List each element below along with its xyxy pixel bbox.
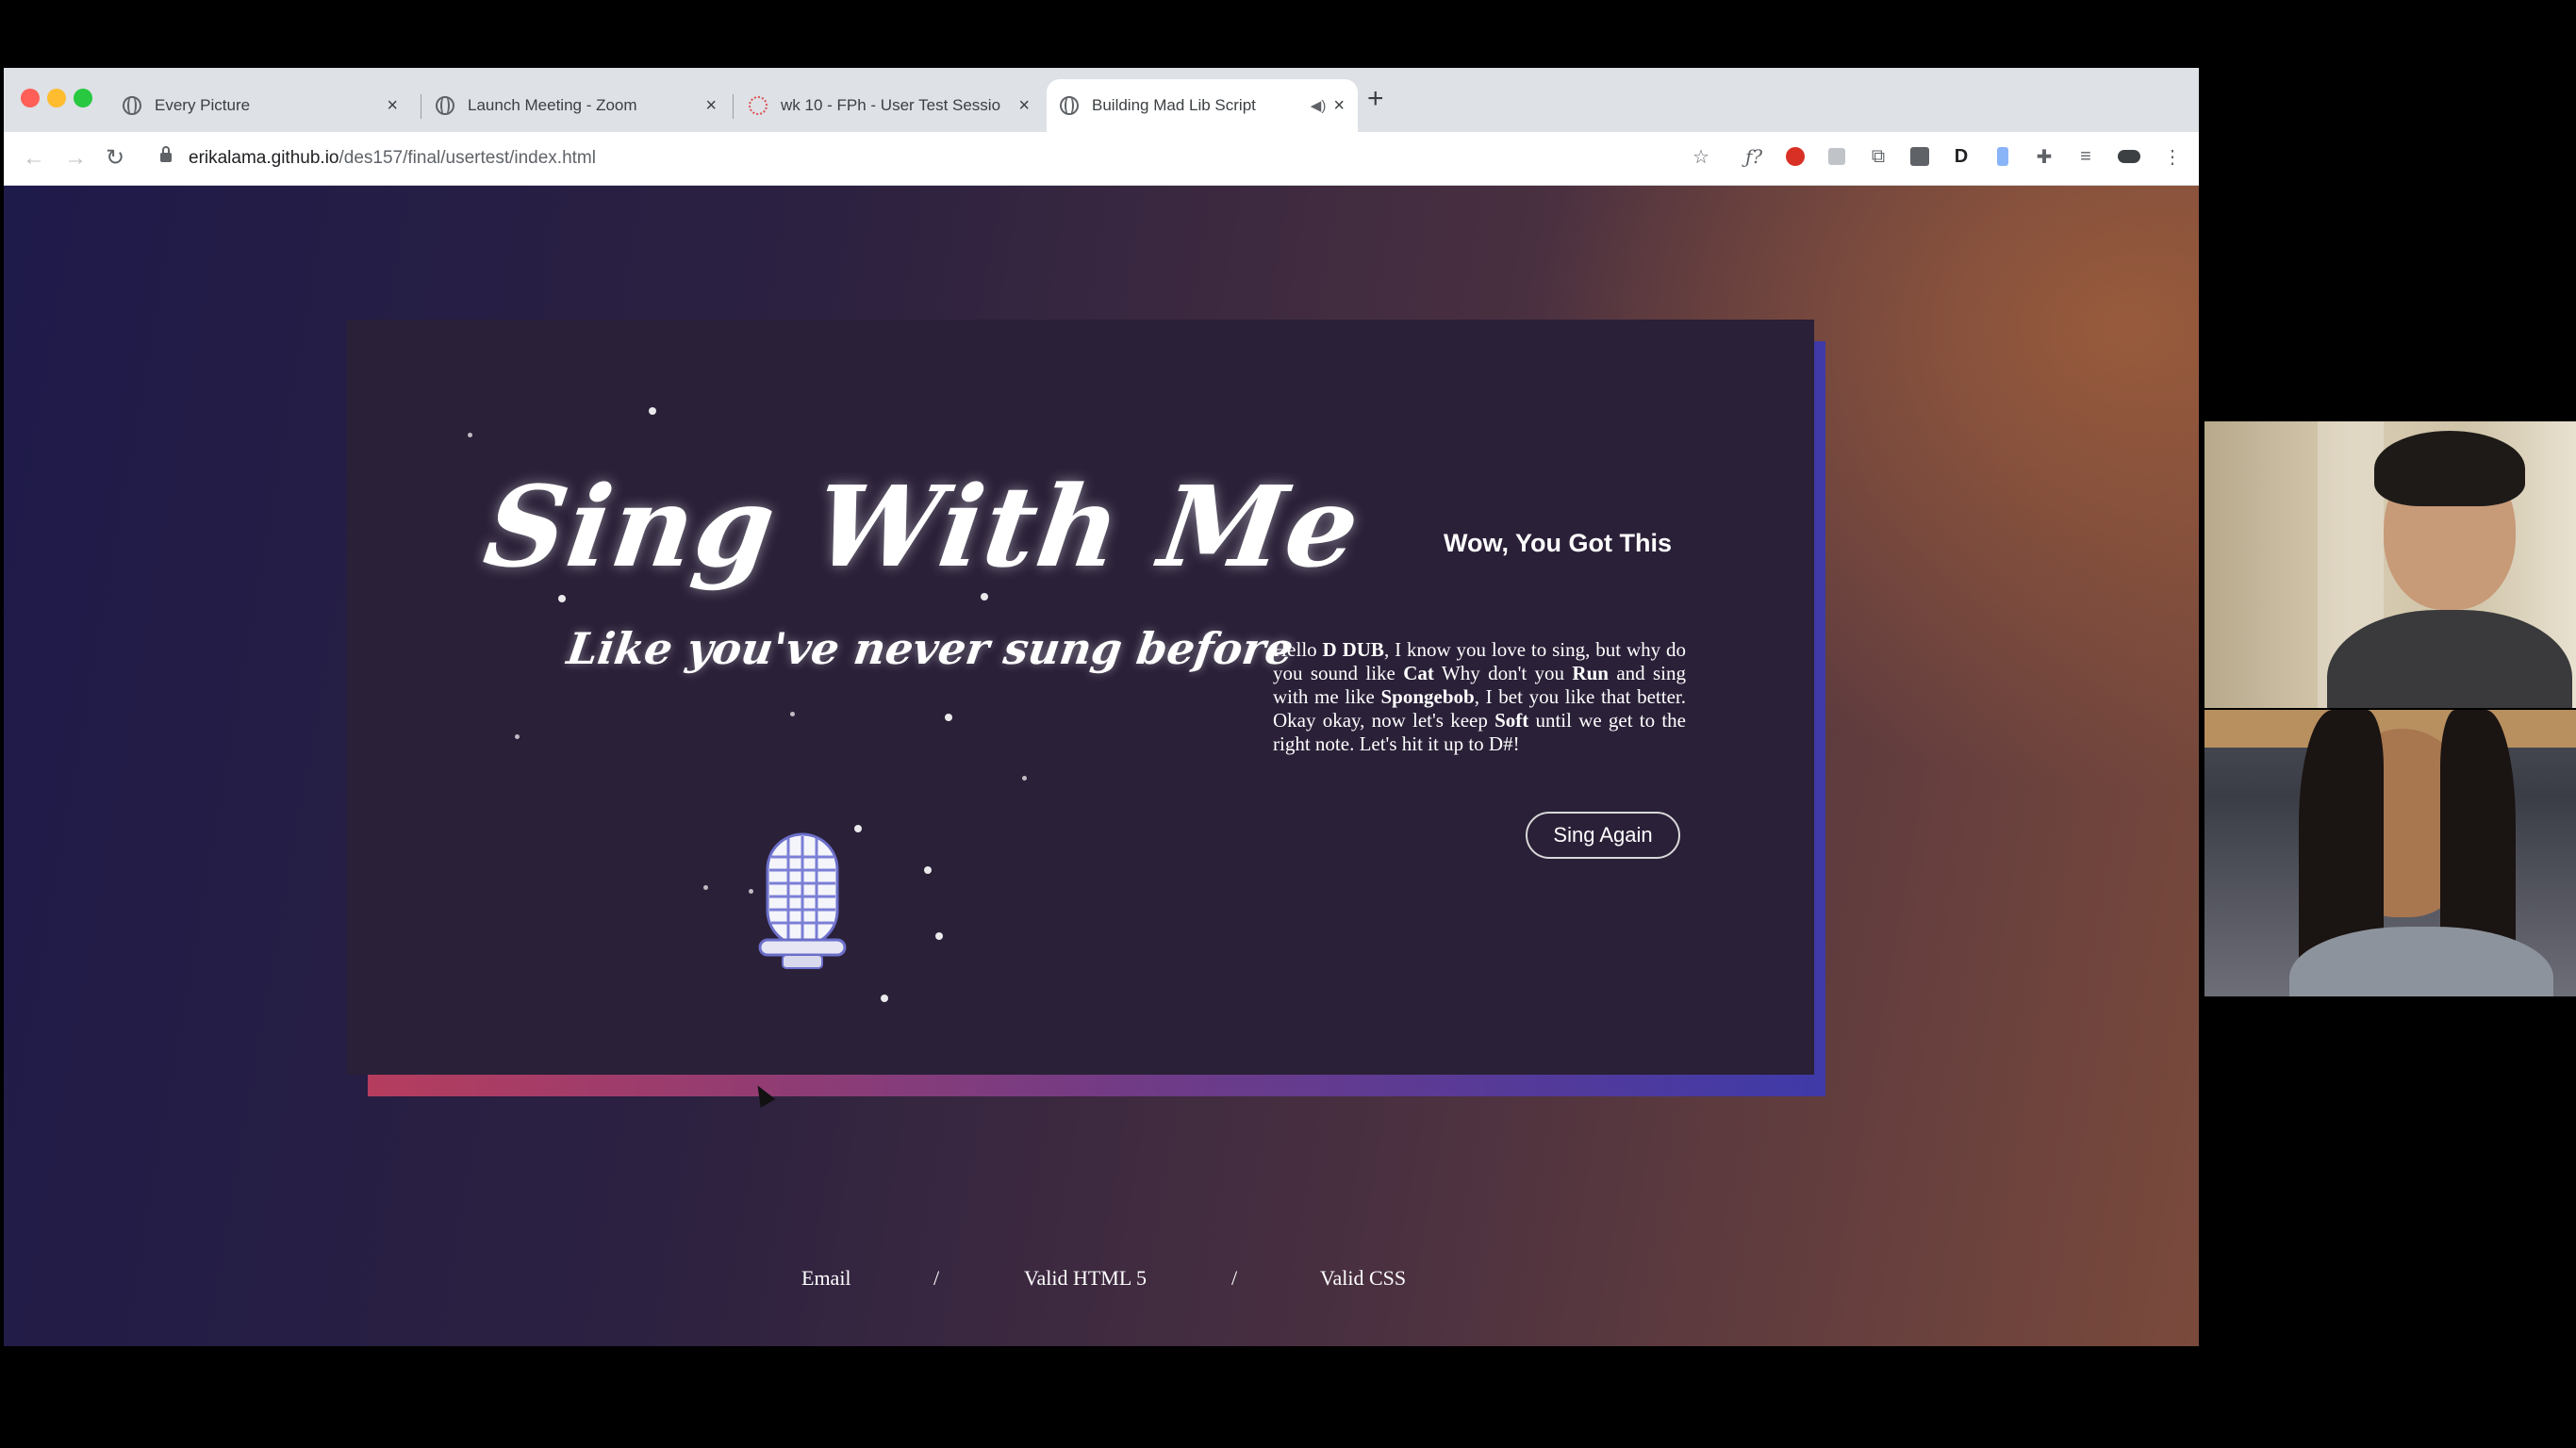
profile-avatar-icon[interactable] <box>2118 145 2140 168</box>
star-dot <box>515 734 520 739</box>
tab-label: Every Picture <box>155 96 251 114</box>
close-window-button[interactable] <box>21 89 40 107</box>
star-dot <box>1022 776 1027 781</box>
tab-divider <box>733 94 734 119</box>
close-icon[interactable]: × <box>705 95 717 117</box>
page-subtitle: Like you've never sung before <box>564 623 1297 674</box>
microphone-icon <box>758 832 847 969</box>
star-dot <box>935 932 943 940</box>
back-arrow-icon[interactable]: ← <box>23 143 45 173</box>
close-icon[interactable]: × <box>1018 95 1030 117</box>
address-toolbar: ← → ↻ erikalama.github.io/des157/final/u… <box>4 132 2199 186</box>
puzzle-extensions-icon[interactable]: ✚ <box>2033 145 2056 168</box>
reload-icon[interactable]: ↻ <box>106 143 124 173</box>
mad-lib-story: Hello D DUB, I know you love to sing, bu… <box>1273 638 1686 756</box>
mad-lib-card: Sing With Me Like you've never sung befo… <box>347 320 1814 1075</box>
star-dot <box>854 825 862 832</box>
star-dot <box>790 712 795 716</box>
facebook-extension-icon[interactable] <box>1908 145 1931 168</box>
star-dot <box>468 433 472 437</box>
star-dot <box>981 593 988 601</box>
tab-building-mad-lib-script[interactable]: Building Mad Lib Script ◀) × <box>1047 79 1358 132</box>
tab-label: Launch Meeting - Zoom <box>468 96 637 114</box>
story-adjective: Soft <box>1494 709 1529 732</box>
story-name: D DUB <box>1322 638 1384 661</box>
timer-extension-icon[interactable] <box>1991 145 2014 168</box>
ublock-extension-icon[interactable] <box>1784 145 1807 168</box>
footer-separator: / <box>1231 1266 1238 1290</box>
story-character: Spongebob <box>1380 685 1475 708</box>
extension-icon[interactable] <box>1825 145 1848 168</box>
sing-again-button[interactable]: Sing Again <box>1526 812 1680 859</box>
footer-valid-css-link[interactable]: Valid CSS <box>1320 1266 1406 1291</box>
tab-label: wk 10 - FPh - User Test Sessio <box>781 96 1001 114</box>
new-tab-button[interactable]: + <box>1367 85 1384 113</box>
lock-icon[interactable] <box>160 146 172 162</box>
page-title: Sing With Me <box>477 461 1369 592</box>
star-dot <box>924 866 932 874</box>
star-dot <box>945 714 952 721</box>
forward-arrow-icon[interactable]: → <box>64 143 87 173</box>
story-verb: Run <box>1572 662 1609 684</box>
globe-icon <box>1060 96 1079 115</box>
globe-icon <box>123 96 141 115</box>
footer-valid-html-link[interactable]: Valid HTML 5 <box>1024 1266 1147 1291</box>
share-extension-icon[interactable]: ⧉ <box>1867 145 1890 168</box>
star-dot <box>881 995 888 1002</box>
minimize-window-button[interactable] <box>47 89 66 107</box>
dashlane-extension-icon[interactable]: D <box>1950 145 1973 168</box>
address-bar[interactable]: erikalama.github.io/des157/final/usertes… <box>189 145 596 172</box>
page-content: Sing With Me Like you've never sung befo… <box>4 186 2199 1346</box>
footer-email-link[interactable]: Email <box>801 1266 851 1291</box>
result-heading: Wow, You Got This <box>1444 529 1672 557</box>
reading-list-icon[interactable]: ≡ <box>2074 145 2097 168</box>
tab-user-test-session[interactable]: wk 10 - FPh - User Test Sessio × <box>735 79 1043 132</box>
tab-bar: Every Picture × Launch Meeting - Zoom × … <box>4 68 2199 132</box>
globe-icon <box>436 96 454 115</box>
video-tile-participant-1 <box>2204 421 2576 708</box>
maximize-window-button[interactable] <box>74 89 92 107</box>
person-hair <box>2374 431 2525 506</box>
menu-kebab-icon[interactable]: ⋮ <box>2161 145 2184 168</box>
close-icon[interactable]: × <box>387 95 398 117</box>
url-path: /des157/final/usertest/index.html <box>339 148 596 168</box>
tab-every-picture[interactable]: Every Picture × <box>109 79 411 132</box>
bookmark-star-icon[interactable]: ☆ <box>1690 145 1712 168</box>
story-text: Why don't you <box>1433 662 1573 684</box>
story-text: Hello <box>1273 638 1323 661</box>
video-tile-participant-2 <box>2204 710 2576 996</box>
footer-separator: / <box>933 1266 940 1290</box>
dotted-circle-icon <box>749 96 768 115</box>
speaker-icon[interactable]: ◀) <box>1311 97 1327 114</box>
url-host: erikalama.github.io <box>189 148 339 168</box>
close-icon[interactable]: × <box>1333 95 1345 117</box>
browser-window: Every Picture × Launch Meeting - Zoom × … <box>4 68 2199 1346</box>
story-animal: Cat <box>1403 662 1434 684</box>
star-dot <box>703 885 708 890</box>
font-finder-extension-icon[interactable]: ƒ? <box>1742 145 1765 168</box>
tab-label: Building Mad Lib Script <box>1092 96 1256 114</box>
tab-launch-meeting-zoom[interactable]: Launch Meeting - Zoom × <box>422 79 730 132</box>
star-dot <box>649 407 656 415</box>
star-dot <box>558 595 566 602</box>
